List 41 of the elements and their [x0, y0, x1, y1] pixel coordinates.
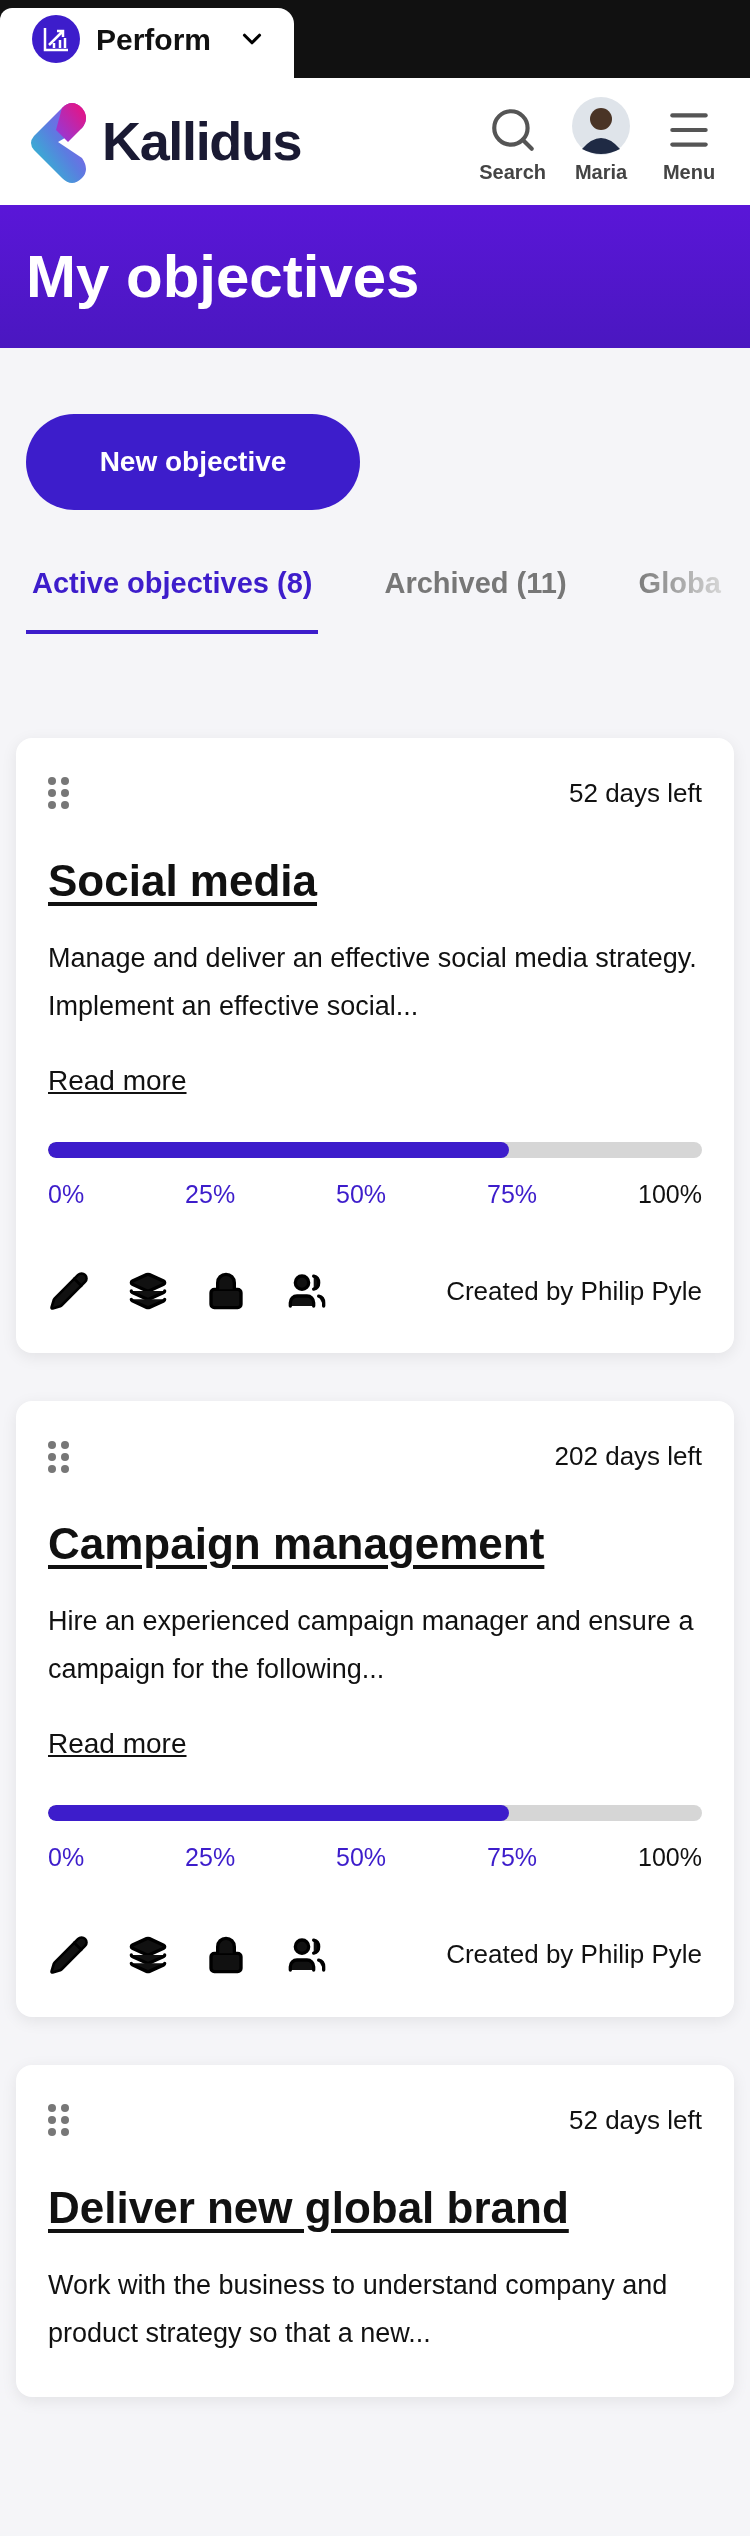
edit-icon[interactable] — [48, 1270, 90, 1312]
avatar-button[interactable]: Maria — [568, 96, 634, 187]
drag-handle-icon[interactable] — [48, 777, 70, 809]
progress-tick-label: 100% — [638, 1842, 702, 1873]
created-by: Created by Philip Pyle — [446, 1274, 702, 1308]
drag-handle-icon[interactable] — [48, 2104, 70, 2136]
days-left: 52 days left — [569, 2103, 702, 2137]
avatar-icon — [572, 96, 630, 155]
progress-tick-label: 50% — [336, 1842, 387, 1873]
progress-tick-label: 75% — [487, 1178, 538, 1210]
layers-icon[interactable] — [128, 1934, 168, 1975]
read-more-link[interactable]: Read more — [48, 1723, 187, 1765]
drag-handle-icon[interactable] — [48, 1440, 70, 1473]
progress-tick-label: 0% — [48, 1178, 85, 1210]
logo-text: Kallidus — [102, 110, 302, 173]
objective-title[interactable]: Social media — [48, 852, 702, 908]
progress-tick-label: 100% — [638, 1178, 702, 1210]
app-switcher[interactable]: Perform — [0, 8, 294, 78]
layers-icon[interactable] — [128, 1271, 168, 1311]
chart-icon — [32, 15, 80, 63]
objective-title[interactable]: Deliver new global brand — [48, 2179, 702, 2235]
new-objective-button[interactable]: New objective — [26, 414, 360, 510]
objective-description: Work with the business to understand company and product strategy so that a new... — [48, 2268, 669, 2350]
progress-tick-label: 50% — [336, 1178, 387, 1210]
progress-tick-label: 25% — [185, 1842, 236, 1873]
created-by: Created by Philip Pyle — [446, 1938, 702, 1971]
search-button[interactable]: Search — [479, 104, 546, 187]
tab[interactable]: Active objectives (8) — [26, 560, 319, 634]
objective-description: Hire an experienced campaign manager and ensure a campaign for the following... — [48, 1605, 695, 1686]
page-title: My objectives — [26, 241, 420, 312]
days-left: 52 days left — [569, 776, 702, 810]
progress-tick-label: 25% — [185, 1178, 236, 1210]
read-more-link[interactable]: Read more — [48, 1059, 187, 1102]
edit-icon[interactable] — [48, 1933, 90, 1976]
objective-title[interactable]: Campaign management — [48, 1516, 702, 1571]
tab[interactable]: Archived (11) — [378, 560, 573, 634]
days-left: 202 days left — [554, 1440, 702, 1473]
menu-button[interactable]: Menu — [656, 104, 722, 187]
progress-tick-label: 0% — [48, 1842, 85, 1873]
objective-description: Manage and deliver an effective social media strategy. Implement an effective social... — [48, 941, 698, 1023]
progress-tick-label: 75% — [487, 1842, 538, 1873]
